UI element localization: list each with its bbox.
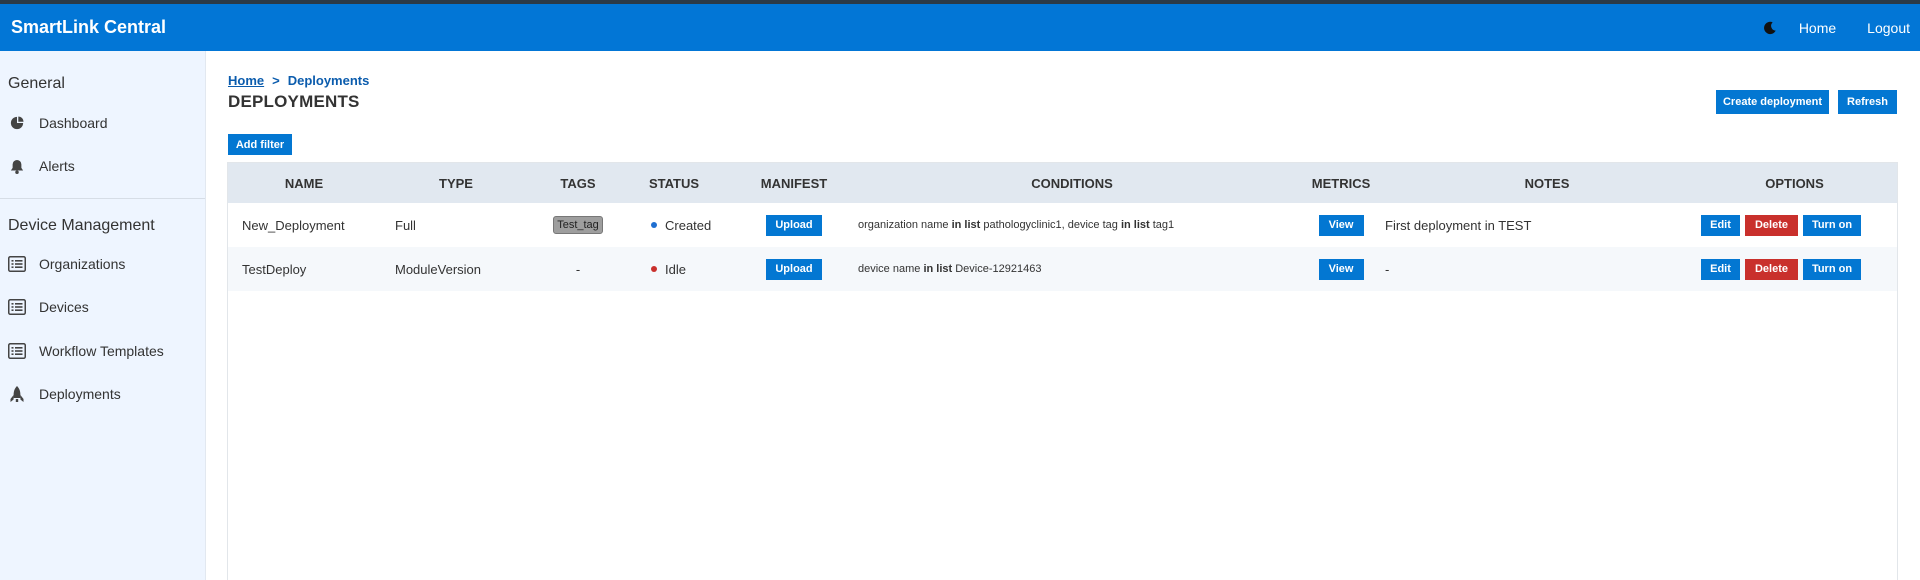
cell-manifest: Upload xyxy=(724,203,864,247)
column-header-manifest: MANIFEST xyxy=(760,175,828,191)
sidebar-section-device-management: Device Management xyxy=(8,217,155,234)
view-metrics-button[interactable]: View xyxy=(1318,214,1364,236)
cell-metrics: View xyxy=(1280,203,1402,247)
list-icon xyxy=(8,342,26,360)
conditions-text: organization name in list pathologyclini… xyxy=(858,219,1174,231)
condition-text: pathologyclinic1, device tag xyxy=(980,219,1121,231)
table-row: TestDeploy ModuleVersion - Idle Upload d… xyxy=(228,247,1897,291)
view-metrics-button[interactable]: View xyxy=(1318,258,1364,280)
sidebar-item-organizations[interactable]: Organizations xyxy=(0,248,205,280)
rocket-icon xyxy=(8,385,26,403)
cell-options: Edit Delete Turn on xyxy=(1701,203,1897,247)
sidebar-item-deployments[interactable]: Deployments xyxy=(0,378,205,410)
column-header-type: TYPE xyxy=(439,175,473,191)
cell-notes: - xyxy=(1385,261,1390,277)
status-text: Created xyxy=(665,217,712,233)
cell-conditions: device name in list Device-12921463 xyxy=(858,247,1280,291)
column-header-status: STATUS xyxy=(648,175,700,191)
sidebar-item-label: Devices xyxy=(39,299,89,315)
cell-notes: First deployment in TEST xyxy=(1385,217,1532,233)
pie-chart-icon xyxy=(8,114,26,132)
turn-on-button[interactable]: Turn on xyxy=(1803,214,1861,236)
cell-status: Idle xyxy=(624,247,724,291)
edit-button[interactable]: Edit xyxy=(1701,258,1740,280)
condition-operator: in list xyxy=(923,263,953,275)
bell-icon xyxy=(8,157,26,175)
sidebar-item-label: Alerts xyxy=(39,158,75,174)
condition-text: organization name xyxy=(858,219,952,231)
cell-type: Full xyxy=(395,217,416,233)
condition-operator: in list xyxy=(1120,219,1150,231)
sidebar-item-label: Organizations xyxy=(39,256,126,272)
turn-on-button[interactable]: Turn on xyxy=(1803,258,1861,280)
nav-logout-link[interactable]: Logout xyxy=(1867,20,1910,36)
condition-text: device name xyxy=(858,263,924,275)
cell-name: New_Deployment xyxy=(242,217,345,233)
status-text: Idle xyxy=(665,261,686,277)
delete-button[interactable]: Delete xyxy=(1745,214,1798,236)
column-header-metrics: METRICS xyxy=(1311,175,1371,191)
cell-status: Created xyxy=(624,203,724,247)
sidebar-item-label: Dashboard xyxy=(39,115,108,131)
status-dot xyxy=(651,266,657,272)
sidebar-item-devices[interactable]: Devices xyxy=(0,291,205,323)
column-header-name: NAME xyxy=(284,175,324,191)
column-header-conditions: CONDITIONS xyxy=(1031,175,1113,191)
breadcrumb-separator: > xyxy=(272,73,280,88)
refresh-button[interactable]: Refresh xyxy=(1838,90,1897,114)
add-filter-button[interactable]: Add filter xyxy=(228,134,292,155)
sidebar-section-general: General xyxy=(8,75,65,92)
sidebar-item-dashboard[interactable]: Dashboard xyxy=(0,107,205,139)
cell-metrics: View xyxy=(1280,247,1402,291)
sidebar-divider xyxy=(0,198,205,199)
sidebar-item-label: Workflow Templates xyxy=(39,343,164,359)
cell-conditions: organization name in list pathologyclini… xyxy=(858,203,1280,247)
upload-manifest-button[interactable]: Upload xyxy=(766,214,822,236)
sidebar-item-label: Deployments xyxy=(39,386,121,402)
list-icon xyxy=(8,255,26,273)
cell-options: Edit Delete Turn on xyxy=(1701,247,1897,291)
moon-icon[interactable] xyxy=(1759,17,1781,39)
sidebar: General Dashboard Alerts Device Manageme… xyxy=(0,51,206,580)
create-deployment-button[interactable]: Create deployment xyxy=(1716,90,1829,114)
table-header: NAME TYPE TAGS STATUS MANIFEST CONDITION… xyxy=(228,163,1897,203)
condition-operator: in list xyxy=(951,219,981,231)
list-icon xyxy=(8,298,26,316)
edit-button[interactable]: Edit xyxy=(1701,214,1740,236)
column-header-options: OPTIONS xyxy=(1765,175,1824,191)
delete-button[interactable]: Delete xyxy=(1745,258,1798,280)
condition-text: Device-12921463 xyxy=(952,263,1042,275)
table-row: New_Deployment Full Test_tag Created Upl… xyxy=(228,203,1897,247)
cell-type: ModuleVersion xyxy=(395,261,481,277)
sidebar-item-alerts[interactable]: Alerts xyxy=(0,150,205,182)
cell-name: TestDeploy xyxy=(242,261,307,277)
column-header-notes: NOTES xyxy=(1524,175,1570,191)
tag-badge: Test_tag xyxy=(553,216,603,234)
cell-manifest: Upload xyxy=(724,247,864,291)
column-header-tags: TAGS xyxy=(560,175,596,191)
navbar-actions: Home Logout xyxy=(1759,4,1920,51)
sidebar-item-workflow-templates[interactable]: Workflow Templates xyxy=(0,335,205,367)
nav-home-link[interactable]: Home xyxy=(1799,20,1836,36)
cell-tags: Test_tag xyxy=(532,203,624,247)
conditions-text: device name in list Device-12921463 xyxy=(858,263,1041,275)
top-navbar: SmartLink Central Home Logout xyxy=(0,4,1920,51)
breadcrumb-home-link[interactable]: Home xyxy=(228,73,264,88)
upload-manifest-button[interactable]: Upload xyxy=(766,258,822,280)
app-title: SmartLink Central xyxy=(11,17,167,37)
deployments-table: NAME TYPE TAGS STATUS MANIFEST CONDITION… xyxy=(227,162,1898,580)
breadcrumb: Home > Deployments xyxy=(228,73,369,88)
breadcrumb-current: Deployments xyxy=(287,73,370,88)
cell-tags: - xyxy=(575,261,581,277)
condition-text: tag1 xyxy=(1149,219,1175,231)
page-title: DEPLOYMENTS xyxy=(228,92,360,111)
status-dot xyxy=(651,222,657,228)
